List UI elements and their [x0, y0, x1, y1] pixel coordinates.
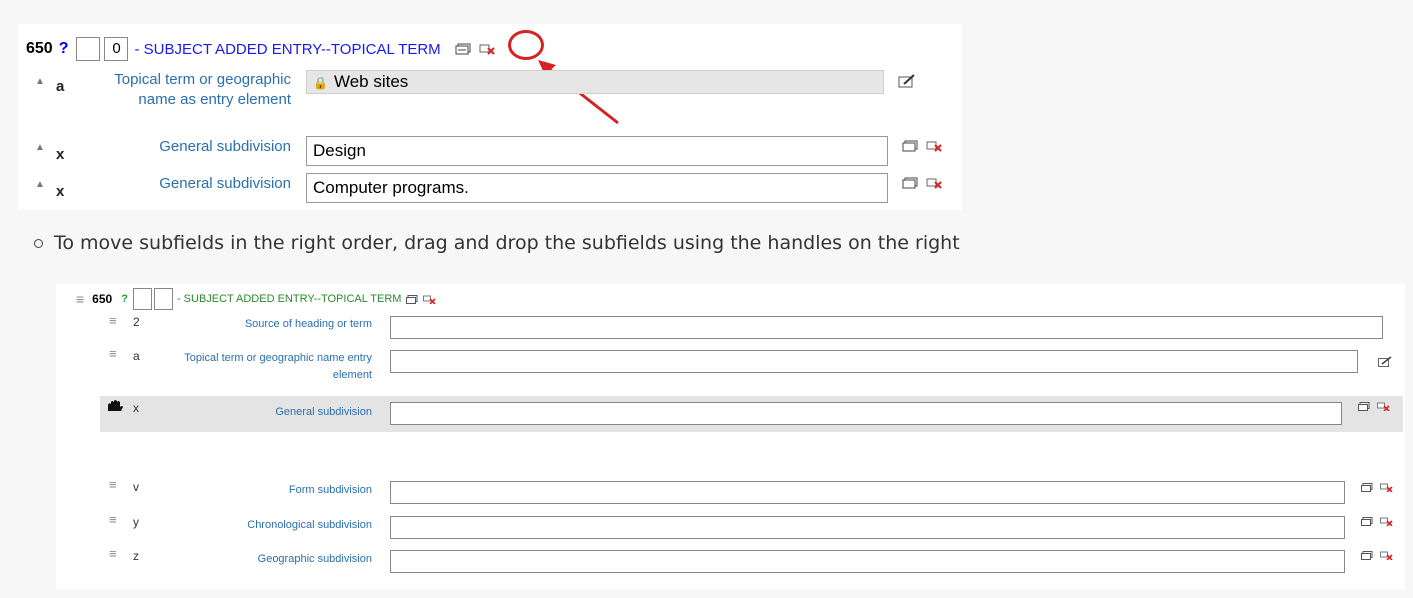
instruction-text: To move subfields in the right order, dr… — [54, 232, 960, 254]
clone-subfield-icon[interactable] — [1358, 402, 1370, 411]
indicator-1-input[interactable] — [76, 37, 101, 61]
subfield-row-x-dragging: x General subdivision — [100, 396, 1403, 432]
subfield-code: 2 — [133, 315, 140, 329]
field-650-header: 650 ? 0 - SUBJECT ADDED ENTRY--TOPICAL T… — [26, 37, 495, 61]
subfield-label: General subdivision — [275, 406, 372, 418]
subfield-code: a — [56, 78, 65, 95]
subfield-x-input[interactable] — [390, 402, 1342, 425]
subfield-row-z: ≡ z Geographic subdivision — [100, 546, 1403, 576]
subfield-row-x: ▲ x General subdivision Design — [26, 134, 956, 168]
indicator-2-input[interactable]: 0 — [104, 37, 129, 61]
drag-handle-icon[interactable]: ≡ — [109, 346, 117, 361]
subfield-a-value: Web sites — [333, 72, 409, 91]
subfield-code: z — [133, 549, 139, 563]
subfield-code: x — [56, 146, 65, 163]
subfield-label: General subdivision — [159, 175, 291, 192]
subfield-label: Topical term or geographic name as entry… — [114, 71, 291, 108]
subfield-row-y: ≡ y Chronological subdivision — [100, 512, 1403, 542]
field-tag: 650 — [26, 40, 53, 57]
drag-handle-icon[interactable]: ≡ — [109, 546, 117, 561]
field-title: - SUBJECT ADDED ENTRY--TOPICAL TERM — [176, 293, 402, 305]
subfield-z-input[interactable] — [390, 550, 1345, 573]
subfield-2-input[interactable] — [390, 316, 1383, 339]
edit-authority-icon[interactable] — [1378, 356, 1392, 367]
delete-subfield-icon[interactable] — [1377, 402, 1390, 411]
subfield-label: General subdivision — [159, 138, 291, 155]
drag-triangle-icon[interactable]: ▲ — [35, 76, 45, 87]
clone-subfield-icon[interactable] — [1361, 483, 1373, 492]
subfield-code: a — [133, 349, 140, 363]
subfield-code: v — [133, 480, 139, 494]
clone-subfield-icon[interactable] — [1361, 551, 1373, 560]
delete-field-icon[interactable] — [423, 295, 437, 304]
subfield-x-input[interactable]: Computer programs. — [306, 173, 888, 203]
subfield-y-input[interactable] — [390, 516, 1345, 539]
field-title: - SUBJECT ADDED ENTRY--TOPICAL TERM — [134, 40, 441, 58]
help-link[interactable]: ? — [59, 40, 69, 58]
subfield-label: Geographic subdivision — [257, 553, 372, 565]
drag-handle-icon[interactable]: ≡ — [76, 291, 84, 307]
field-650-header: ≡ 650 ? - SUBJECT ADDED ENTRY--TOPICAL T… — [76, 288, 437, 310]
delete-subfield-icon[interactable] — [1380, 517, 1393, 526]
help-link[interactable]: ? — [121, 293, 128, 305]
subfield-a-input-locked[interactable]: 🔒 Web sites — [306, 70, 884, 94]
instruction-bullet: To move subfields in the right order, dr… — [34, 232, 960, 254]
subfield-x-input[interactable]: Design — [306, 136, 888, 166]
drag-triangle-icon[interactable]: ▲ — [35, 179, 45, 190]
delete-subfield-icon[interactable] — [1380, 551, 1393, 560]
clone-subfield-icon[interactable] — [902, 140, 918, 152]
subfield-code: x — [56, 183, 65, 200]
subfield-v-input[interactable] — [390, 481, 1345, 504]
indicator-1-input[interactable] — [132, 288, 152, 310]
grab-hand-icon[interactable] — [106, 399, 124, 418]
delete-subfield-icon[interactable] — [926, 140, 942, 152]
subfield-row-a: ▲ a Topical term or geographic name as e… — [26, 68, 956, 132]
clone-field-icon[interactable] — [406, 294, 418, 304]
subfield-label: Form subdivision — [288, 484, 372, 496]
subfield-label: Topical term or geographic name entry el… — [184, 352, 372, 381]
delete-field-icon[interactable] — [479, 43, 495, 55]
drag-handle-icon[interactable]: ≡ — [109, 512, 117, 527]
edit-authority-icon[interactable] — [898, 74, 916, 88]
subfield-code: x — [133, 401, 139, 415]
delete-subfield-icon[interactable] — [1380, 483, 1393, 492]
subfield-label: Chronological subdivision — [247, 519, 372, 531]
delete-subfield-icon[interactable] — [926, 177, 942, 189]
field-tag: 650 — [92, 292, 113, 306]
clone-field-icon[interactable] — [455, 43, 471, 55]
clone-subfield-icon[interactable] — [902, 177, 918, 189]
clone-subfield-icon[interactable] — [1361, 517, 1373, 526]
subfield-label: Source of heading or term — [244, 318, 372, 330]
drag-handle-icon[interactable]: ≡ — [109, 313, 117, 328]
subfield-row-v: ≡ v Form subdivision — [100, 477, 1403, 507]
subfield-row-a: ≡ a Topical term or geographic name entr… — [100, 346, 1403, 390]
subfield-code: y — [133, 515, 139, 529]
bullet-circle-icon — [34, 238, 43, 248]
indicator-2-input[interactable] — [153, 288, 173, 310]
lock-icon: 🔒 — [313, 76, 328, 90]
drag-handle-icon[interactable]: ≡ — [109, 477, 117, 492]
drag-triangle-icon[interactable]: ▲ — [35, 142, 45, 153]
subfield-row-x: ▲ x General subdivision Computer program… — [26, 171, 956, 205]
subfield-row-2: ≡ 2 Source of heading or term — [100, 313, 1403, 343]
subfield-a-input[interactable] — [390, 350, 1358, 373]
